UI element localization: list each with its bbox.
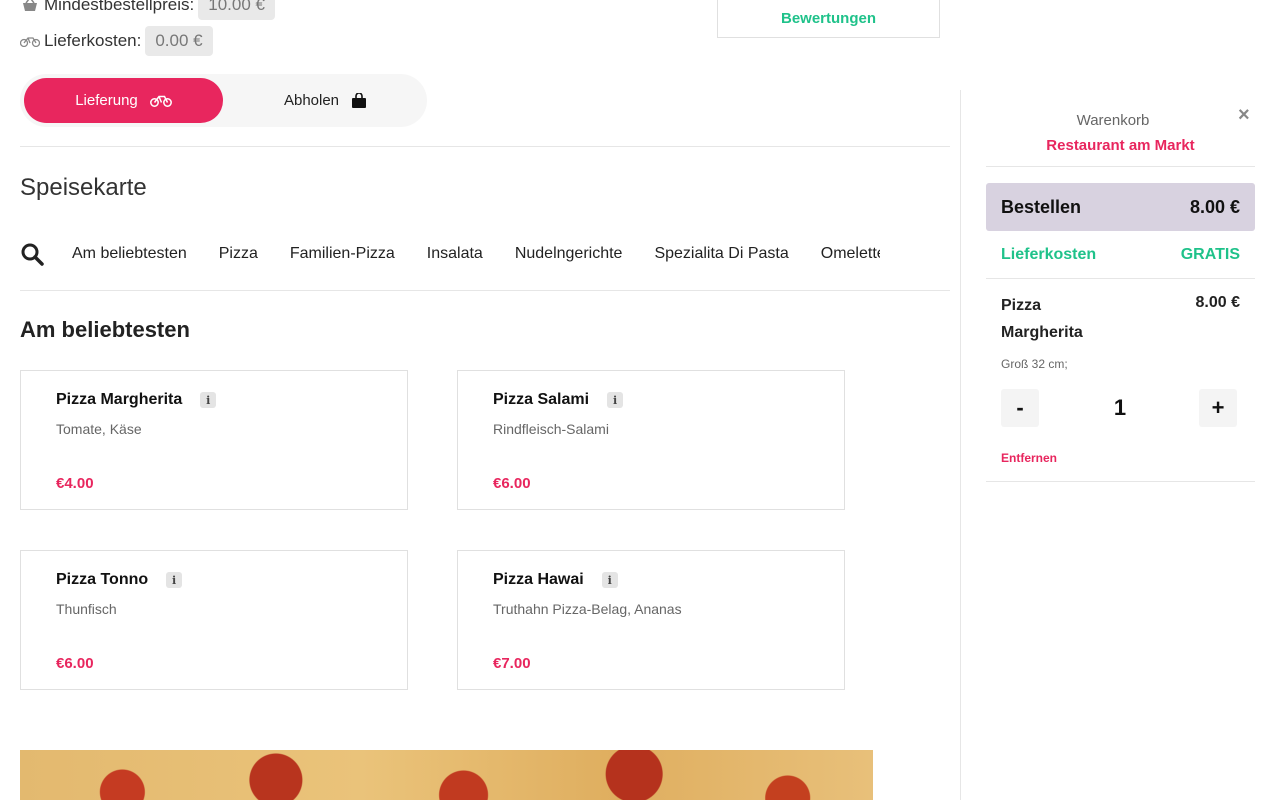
category-insalata[interactable]: Insalata	[427, 245, 483, 263]
order-mode-toggle: Lieferung Abholen	[20, 74, 427, 127]
increase-quantity-button[interactable]: +	[1199, 389, 1237, 427]
category-familien-pizza[interactable]: Familien-Pizza	[290, 245, 395, 263]
divider	[986, 481, 1255, 482]
category-nudelngerichte[interactable]: Nudelngerichte	[515, 245, 623, 263]
delivery-mode-button[interactable]: Lieferung	[24, 78, 223, 123]
cart-fee-value: GRATIS	[1180, 246, 1240, 263]
cart-item-quantity: 1	[1113, 395, 1127, 420]
menu-item-name: Pizza Tonno	[56, 571, 149, 588]
menu-title: Speisekarte	[20, 174, 147, 201]
menu-item-card[interactable]: Pizza Hawai i Truthahn Pizza-Belag, Anan…	[457, 550, 845, 690]
category-omelette[interactable]: Omelette	[821, 245, 880, 263]
info-icon[interactable]: i	[601, 572, 618, 588]
menu-item-name: Pizza Hawai	[493, 571, 584, 588]
cart-delivery-fee: Lieferkosten GRATIS	[1001, 246, 1240, 264]
bicycle-icon	[149, 94, 172, 107]
shopping-basket-icon	[20, 0, 40, 12]
menu-item-card[interactable]: Pizza Salami i Rindfleisch-Salami €6.00	[457, 370, 845, 510]
decrease-quantity-button[interactable]: -	[1001, 389, 1039, 427]
info-icon[interactable]: i	[607, 392, 624, 408]
cart-title: Warenkorb	[1076, 112, 1150, 129]
search-icon[interactable]	[20, 242, 44, 266]
order-total: 8.00 €	[1189, 196, 1240, 217]
pizza-banner-image	[20, 750, 873, 800]
min-order-label: Mindestbestellpreis:	[44, 0, 195, 14]
category-pizza[interactable]: Pizza	[219, 245, 258, 263]
menu-item-description: Rindfleisch-Salami	[493, 421, 609, 437]
delivery-fee-info: Lieferkosten: 0.00 €	[20, 26, 213, 56]
menu-item-name: Pizza Margherita	[56, 391, 183, 408]
category-am-beliebtesten[interactable]: Am beliebtesten	[72, 245, 187, 263]
info-icon[interactable]: i	[166, 572, 183, 588]
remove-item-link[interactable]: Entfernen	[1001, 451, 1057, 465]
divider	[20, 146, 950, 147]
min-order-info: Mindestbestellpreis: 10.00 €	[20, 0, 275, 20]
pickup-mode-button[interactable]: Abholen	[226, 78, 425, 123]
menu-item-card[interactable]: Pizza Tonno i Thunfisch €6.00	[20, 550, 408, 690]
menu-item-description: Truthahn Pizza-Belag, Ananas	[493, 601, 682, 617]
category-spezialita-di-pasta[interactable]: Spezialita Di Pasta	[654, 245, 788, 263]
bicycle-icon	[20, 34, 40, 48]
menu-item-price: €7.00	[493, 655, 531, 672]
reviews-button[interactable]: Bewertungen	[717, 0, 940, 38]
section-title: Am beliebtesten	[20, 317, 190, 342]
cart-restaurant-name[interactable]: Restaurant am Markt	[986, 137, 1255, 154]
menu-item-card[interactable]: Pizza Margherita i Tomate, Käse €4.00	[20, 370, 408, 510]
pickup-mode-label: Abholen	[283, 92, 340, 109]
shopping-bag-icon	[351, 92, 367, 109]
menu-item-name: Pizza Salami	[493, 391, 590, 408]
delivery-mode-label: Lieferung	[75, 92, 138, 109]
cart-fee-label: Lieferkosten	[1001, 246, 1097, 263]
category-bar: Am beliebtesten Pizza Familien-Pizza Ins…	[20, 236, 880, 272]
menu-item-description: Thunfisch	[56, 601, 117, 617]
cart-item-price: 8.00 €	[1195, 294, 1240, 311]
menu-item-price: €6.00	[493, 475, 531, 492]
divider	[20, 290, 950, 291]
delivery-fee-value: 0.00 €	[145, 26, 213, 56]
close-icon[interactable]: ×	[1238, 104, 1250, 127]
menu-item-description: Tomate, Käse	[56, 421, 142, 437]
sidebar-divider	[960, 90, 961, 800]
order-button-label: Bestellen	[1001, 196, 1082, 217]
divider	[986, 278, 1255, 279]
menu-item-price: €6.00	[56, 655, 94, 672]
delivery-fee-label: Lieferkosten:	[44, 31, 142, 50]
order-button[interactable]: Bestellen 8.00 €	[986, 183, 1255, 231]
info-icon[interactable]: i	[200, 392, 217, 408]
min-order-value: 10.00 €	[198, 0, 275, 20]
divider	[986, 166, 1255, 167]
cart-item-name: Pizza Margherita	[1001, 297, 1083, 341]
cart-item-variant: Groß 32 cm;	[1001, 357, 1068, 371]
menu-item-price: €4.00	[56, 475, 94, 492]
